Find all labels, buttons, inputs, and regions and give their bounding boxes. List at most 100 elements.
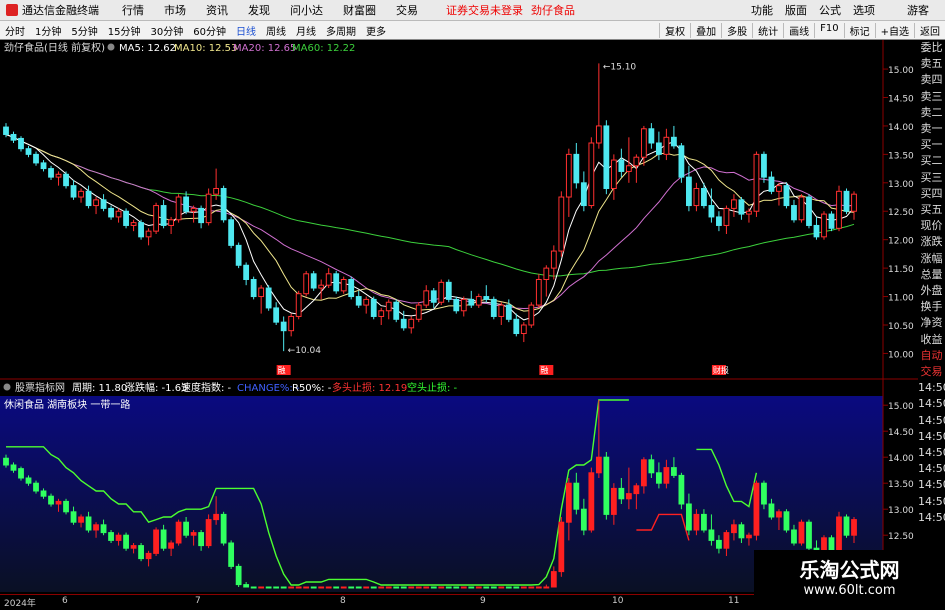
candle-body xyxy=(640,128,647,158)
menu-layout[interactable]: 版面 xyxy=(779,2,813,18)
stats-button[interactable]: 统计 xyxy=(752,22,783,38)
menu-exchange[interactable]: 市场 xyxy=(154,2,196,18)
candle-body xyxy=(655,472,662,484)
candle-body xyxy=(475,296,482,306)
candle-body xyxy=(303,273,310,295)
event-marker-label: 融 xyxy=(540,365,548,375)
multi-stock-button[interactable]: 多股 xyxy=(721,22,752,38)
quote-label: 卖一 xyxy=(920,122,943,136)
tick-time: 14:50 xyxy=(918,510,945,524)
candle-body xyxy=(318,284,325,289)
candle-body xyxy=(198,532,205,547)
candle-body xyxy=(325,586,332,589)
candle-body xyxy=(468,586,475,589)
candle-body xyxy=(333,273,340,292)
overlay-button[interactable]: 叠加 xyxy=(690,22,721,38)
quote-label: 卖二 xyxy=(920,105,943,119)
candle-body xyxy=(663,136,670,155)
period-weekly[interactable]: 周线 xyxy=(261,23,291,38)
candle-body xyxy=(445,586,452,589)
period-1min[interactable]: 1分钟 xyxy=(30,23,66,38)
add-watchlist-button[interactable]: +自选 xyxy=(874,22,914,38)
tick-time: 14:50 xyxy=(918,462,945,476)
y-tick-label: 10.50 xyxy=(888,322,914,332)
menu-function[interactable]: 功能 xyxy=(745,2,779,18)
period-monthly[interactable]: 月线 xyxy=(291,23,321,38)
menu-ask[interactable]: 问小达 xyxy=(280,2,333,18)
candle-body xyxy=(385,586,392,589)
indicator-name[interactable]: 股票指标网 xyxy=(15,381,65,394)
menu-options[interactable]: 选项 xyxy=(847,2,881,18)
auto-trade-label[interactable]: 交易 xyxy=(918,364,945,380)
candle-body xyxy=(288,315,295,332)
candle-body xyxy=(731,199,737,209)
menu-formula[interactable]: 公式 xyxy=(813,2,847,18)
watermark-url: www.60lt.com xyxy=(803,583,896,598)
candle-body xyxy=(430,290,437,303)
candle-body xyxy=(378,586,385,589)
menu-wealth[interactable]: 财富圈 xyxy=(333,2,386,18)
candle-body xyxy=(453,586,460,589)
candle-body xyxy=(798,196,805,221)
quote-side-panel: 委比 卖五 卖四 卖三 卖二 卖一 买一 买二 买三 买四 买五 现价 涨跌 涨… xyxy=(918,40,945,592)
main-kline-chart[interactable]: ←15.10←10.04融融财报 15.0014.5014.0013.5013.… xyxy=(0,40,920,380)
period-tick[interactable]: 分时 xyxy=(0,23,30,38)
settings-dot-icon[interactable] xyxy=(107,43,115,51)
candle-body xyxy=(558,196,565,252)
ind-change-pct: CHANGE%: - xyxy=(237,383,300,394)
candle-body xyxy=(528,304,535,326)
candle-body xyxy=(213,187,220,195)
candle-body xyxy=(693,513,700,531)
candle-body xyxy=(655,142,662,155)
guest-label[interactable]: 游客 xyxy=(901,2,935,18)
high-price-label: ←15.10 xyxy=(603,62,637,72)
tick-time: 14:50 xyxy=(918,429,945,443)
candle-body xyxy=(618,487,625,500)
candle-body xyxy=(310,273,317,289)
candle-body xyxy=(708,205,715,218)
candle-body xyxy=(228,219,235,246)
candle-body xyxy=(160,529,167,549)
candle-body xyxy=(415,586,422,589)
candle-body xyxy=(723,532,730,549)
quote-label: 现价 xyxy=(920,219,943,233)
period-daily[interactable]: 日线 xyxy=(231,23,261,38)
candle-body xyxy=(723,207,730,226)
period-multi[interactable]: 多周期 xyxy=(321,23,361,38)
candle-body xyxy=(348,586,355,589)
candle-body xyxy=(130,222,137,226)
candle-body xyxy=(558,521,565,573)
candle-body xyxy=(393,586,400,589)
period-30min[interactable]: 30分钟 xyxy=(145,23,188,38)
auto-trade-label[interactable]: 自动 xyxy=(918,348,945,364)
candle-body xyxy=(483,296,490,300)
indicator-settings-icon[interactable] xyxy=(3,383,11,391)
candle-body xyxy=(618,159,625,172)
login-notice[interactable]: 证券交易未登录 xyxy=(446,2,523,18)
candle-body xyxy=(498,304,505,317)
period-more[interactable]: 更多 xyxy=(361,23,391,38)
y-tick-label: 13.00 xyxy=(888,506,914,516)
stock-name-label: 劲仔食品 xyxy=(531,4,575,17)
menu-discover[interactable]: 发现 xyxy=(238,2,280,18)
event-marker-label: 融 xyxy=(278,365,286,375)
mark-button[interactable]: 标记 xyxy=(843,22,875,38)
y-tick-label: 11.00 xyxy=(888,294,914,304)
menu-trade[interactable]: 交易 xyxy=(386,2,428,18)
menu-news[interactable]: 资讯 xyxy=(196,2,238,18)
ind-period: 周期: 11.80 xyxy=(72,382,127,394)
candle-body xyxy=(573,153,580,184)
candle-body xyxy=(408,318,415,329)
back-button[interactable]: 返回 xyxy=(914,22,945,38)
candle-body xyxy=(100,524,107,534)
f10-button[interactable]: F10 xyxy=(814,22,843,38)
menu-market[interactable]: 行情 xyxy=(112,2,154,18)
draw-button[interactable]: 画线 xyxy=(783,22,814,38)
adjust-button[interactable]: 复权 xyxy=(659,22,690,38)
period-5min[interactable]: 5分钟 xyxy=(66,23,102,38)
candle-body xyxy=(701,513,707,531)
candle-body xyxy=(663,467,670,484)
period-15min[interactable]: 15分钟 xyxy=(103,23,146,38)
candle-body xyxy=(588,472,595,531)
period-60min[interactable]: 60分钟 xyxy=(188,23,231,38)
